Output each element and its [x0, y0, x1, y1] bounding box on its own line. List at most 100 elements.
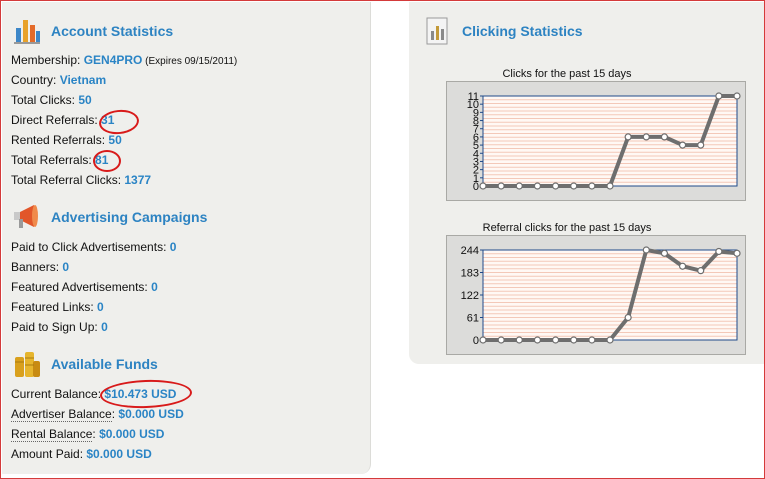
ptc-row: Paid to Click Advertisements: 0: [11, 240, 176, 254]
paid-signup-row: Paid to Sign Up: 0: [11, 320, 108, 334]
data-point: [678, 262, 687, 270]
rental-balance-row: Rental Balance: $0.000 USD: [11, 427, 165, 442]
membership-expires: (Expires 09/15/2011): [142, 56, 238, 67]
amount-paid-value: $0.000 USD: [86, 447, 152, 461]
left-panel: Account Statistics Membership: GEN4PRO (…: [2, 2, 371, 474]
data-point: [642, 246, 650, 254]
banners-label: Banners:: [11, 260, 63, 274]
country-row: Country: Vietnam: [11, 73, 106, 87]
membership-label: Membership:: [11, 53, 84, 67]
account-statistics-title: Account Statistics: [51, 23, 174, 39]
featured-ads-label: Featured Advertisements:: [11, 280, 152, 294]
available-funds-title: Available Funds: [51, 356, 158, 372]
data-point: [678, 141, 687, 149]
banners-value: 0: [62, 260, 70, 274]
data-point: [497, 336, 505, 344]
featured-ads-row: Featured Advertisements: 0: [11, 280, 158, 294]
data-point: [515, 336, 523, 344]
direct-referrals-link[interactable]: 31: [101, 113, 114, 127]
data-point: [660, 249, 669, 257]
membership-link[interactable]: GEN4PRO: [84, 53, 143, 67]
data-point: [588, 336, 596, 344]
data-point: [606, 336, 614, 344]
data-point: [642, 133, 650, 141]
referral-clicks-chart-panel: 0 61 122 183 244: [446, 235, 746, 355]
rented-referrals-row: Rented Referrals: 50: [11, 133, 122, 147]
right-panel: Clicking Statistics Clicks for the past …: [409, 2, 764, 364]
data-point: [515, 182, 523, 190]
data-point: [551, 336, 560, 344]
advertiser-balance-row: Advertiser Balance: $0.000 USD: [11, 407, 184, 422]
y-tick-label: 122: [461, 290, 479, 302]
data-point: [624, 313, 632, 322]
rental-balance-value: $0.000 USD: [99, 427, 165, 441]
data-point: [533, 336, 542, 344]
ptc-value: 0: [169, 240, 177, 254]
referral-clicks-line-chart: 0 61 122 183 244: [461, 245, 741, 347]
y-tick-label: 11: [468, 91, 479, 103]
total-clicks-label: Total Clicks:: [11, 93, 79, 107]
y-tick-label: 183: [461, 268, 479, 280]
clicks-line-chart: 01234567891011: [467, 91, 741, 193]
featured-links-value: 0: [97, 300, 104, 314]
chart-title-referral-clicks: Referral clicks for the past 15 days: [482, 222, 652, 234]
featured-ads-value: 0: [151, 280, 158, 294]
available-funds-header: Available Funds: [12, 347, 158, 381]
total-referral-clicks-label: Total Referral Clicks:: [11, 173, 125, 187]
account-statistics-header: Account Statistics: [12, 14, 173, 48]
data-point: [497, 182, 505, 190]
y-tick-label: 0: [473, 335, 479, 347]
direct-referrals-row: Direct Referrals: 31: [11, 113, 114, 127]
data-point: [533, 182, 542, 190]
data-point: [551, 182, 560, 190]
amount-paid-label: Amount Paid:: [11, 447, 87, 461]
bar-chart-icon: [12, 16, 42, 46]
total-clicks-value: 50: [78, 93, 92, 107]
data-point: [479, 336, 487, 344]
advertising-campaigns-header: Advertising Campaigns: [12, 200, 207, 234]
data-point: [624, 133, 632, 141]
total-referrals-label: Total Referrals:: [11, 153, 96, 167]
data-point: [733, 92, 741, 100]
data-point: [697, 141, 705, 149]
paid-signup-value: 0: [101, 320, 108, 334]
total-clicks-row: Total Clicks: 50: [11, 93, 92, 107]
total-referral-clicks-value: 1377: [124, 173, 152, 187]
membership-row: Membership: GEN4PRO (Expires 09/15/2011): [11, 53, 237, 67]
data-point: [660, 133, 669, 141]
amount-paid-row: Amount Paid: $0.000 USD: [11, 447, 152, 461]
chart-title-clicks: Clicks for the past 15 days: [502, 68, 632, 80]
coins-icon: [12, 349, 42, 379]
rented-referrals-label: Rented Referrals:: [11, 133, 109, 147]
clicks-chart-panel: 0 1 2 3 4 5 6 7 8 9 10 11: [446, 81, 746, 201]
megaphone-icon: [12, 202, 42, 232]
current-balance-value: $10.473 USD: [104, 387, 177, 401]
total-referrals-value: 81: [95, 153, 109, 167]
data-point: [570, 336, 578, 344]
total-referrals-row: Total Referrals: 81: [11, 153, 108, 167]
direct-referrals-label: Direct Referrals:: [11, 113, 102, 127]
clicking-statistics-title: Clicking Statistics: [462, 23, 583, 39]
data-point: [606, 182, 614, 190]
current-balance-row: Current Balance: $10.473 USD: [11, 387, 176, 401]
country-value: Vietnam: [59, 73, 107, 87]
data-point: [588, 182, 596, 190]
chart-document-icon: [423, 16, 453, 46]
y-tick-label: 244: [461, 245, 479, 257]
advertiser-balance-label[interactable]: Advertiser Balance: [11, 407, 112, 422]
data-point: [715, 247, 723, 256]
advertising-campaigns-title: Advertising Campaigns: [51, 209, 208, 225]
current-balance-label: Current Balance:: [11, 387, 105, 401]
paid-signup-label: Paid to Sign Up:: [11, 320, 102, 334]
featured-links-row: Featured Links: 0: [11, 300, 104, 314]
total-referral-clicks-row: Total Referral Clicks: 1377: [11, 173, 151, 187]
clicking-statistics-header: Clicking Statistics: [423, 14, 583, 48]
advertiser-balance-value: $0.000 USD: [118, 407, 184, 421]
data-point: [733, 249, 741, 257]
banners-row: Banners: 0: [11, 260, 69, 274]
rental-balance-label[interactable]: Rental Balance: [11, 427, 93, 442]
data-point: [479, 182, 487, 190]
data-point: [570, 182, 578, 190]
rented-referrals-link[interactable]: 50: [108, 133, 121, 147]
country-label: Country:: [11, 73, 60, 87]
